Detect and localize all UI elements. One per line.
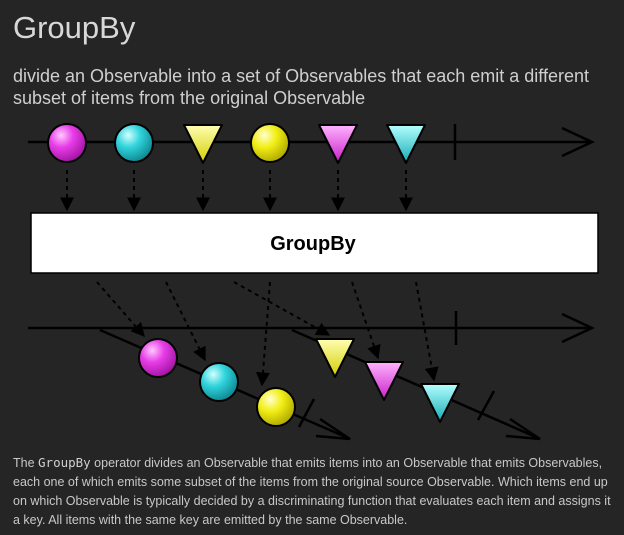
triangle-group-item-cyan [420, 383, 460, 423]
source-item-cyan-circle [114, 123, 154, 163]
operator-code: GroupBy [38, 455, 91, 470]
source-item-yellow-circle [250, 123, 290, 163]
source-item-magenta-circle [47, 123, 87, 163]
description-text-rest: operator divides an Observable that emit… [13, 456, 611, 527]
triangle-group-arrow-3 [415, 281, 439, 382]
source-items [47, 123, 426, 164]
circle-group-item-cyan [199, 362, 239, 402]
marble-diagram: GroupBy [28, 123, 599, 441]
source-item-yellow-triangle [183, 124, 223, 164]
circle-group-item-magenta [138, 338, 178, 378]
triangle-group-item-magenta [364, 361, 404, 401]
source-item-magenta-triangle [318, 124, 358, 164]
source-item-cyan-triangle [386, 124, 426, 164]
circle-group-item-yellow [256, 387, 296, 427]
source-to-operator-arrows [60, 170, 413, 212]
operator-label: GroupBy [270, 233, 356, 255]
triangle-group-item-yellow [315, 338, 355, 378]
triangle-group-arrow-2 [351, 281, 381, 360]
description-text-start: The [13, 456, 39, 470]
operator-description: The GroupBy operator divides an Observab… [13, 453, 613, 530]
